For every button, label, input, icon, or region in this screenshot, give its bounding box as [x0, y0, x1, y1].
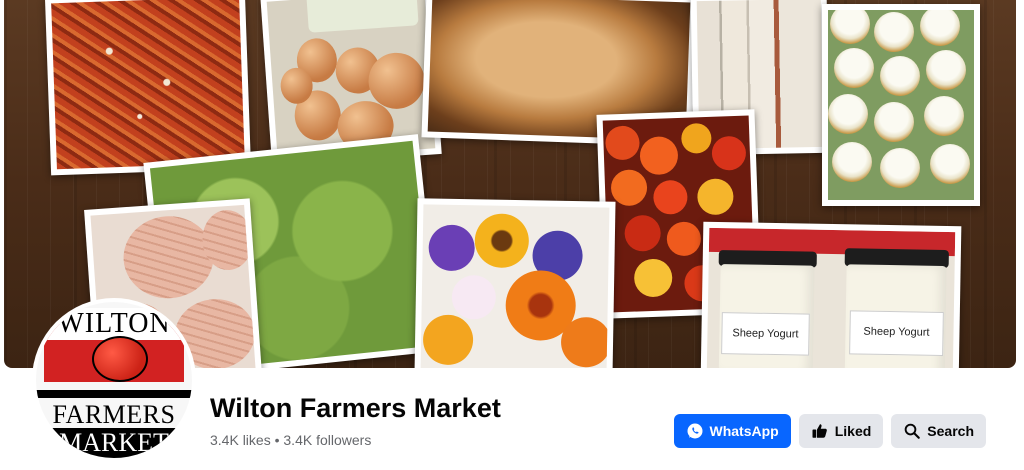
yogurt-label-left: Sheep Yogurt — [732, 327, 799, 341]
liked-button[interactable]: Liked — [798, 414, 884, 448]
stats-separator: • — [274, 432, 280, 448]
page-stats: 3.4K likes • 3.4K followers — [210, 432, 371, 448]
whatsapp-label: WhatsApp — [709, 423, 779, 439]
avatar[interactable]: WILTON FARMERS MARKET — [36, 302, 192, 458]
followers-count[interactable]: 3.4K followers — [283, 432, 371, 448]
likes-count[interactable]: 3.4K likes — [210, 432, 271, 448]
page-actions: WhatsApp Liked Search — [673, 414, 986, 448]
page-title: Wilton Farmers Market — [210, 393, 501, 423]
search-icon — [903, 422, 921, 440]
cover-photo-pasta — [44, 0, 252, 176]
liked-label: Liked — [834, 423, 872, 439]
yogurt-label-right: Sheep Yogurt — [863, 325, 930, 339]
whatsapp-icon — [686, 422, 704, 440]
logo-farmers-text: FARMERS — [52, 400, 176, 429]
cover-photo-yogurt: Sheep Yogurt Sheep Yogurt — [700, 221, 962, 368]
whatsapp-button[interactable]: WhatsApp — [673, 414, 791, 448]
thumbs-up-icon — [811, 422, 829, 440]
cover-photo-flowers — [414, 198, 616, 368]
search-button[interactable]: Search — [891, 414, 986, 448]
logo-market-text: MARKET — [36, 428, 192, 458]
cover-photo-cupcakes — [822, 4, 980, 206]
search-label: Search — [927, 423, 974, 439]
tomato-icon — [92, 336, 148, 382]
logo-wilton-text: WILTON — [36, 308, 192, 340]
logo-divider — [36, 390, 192, 398]
